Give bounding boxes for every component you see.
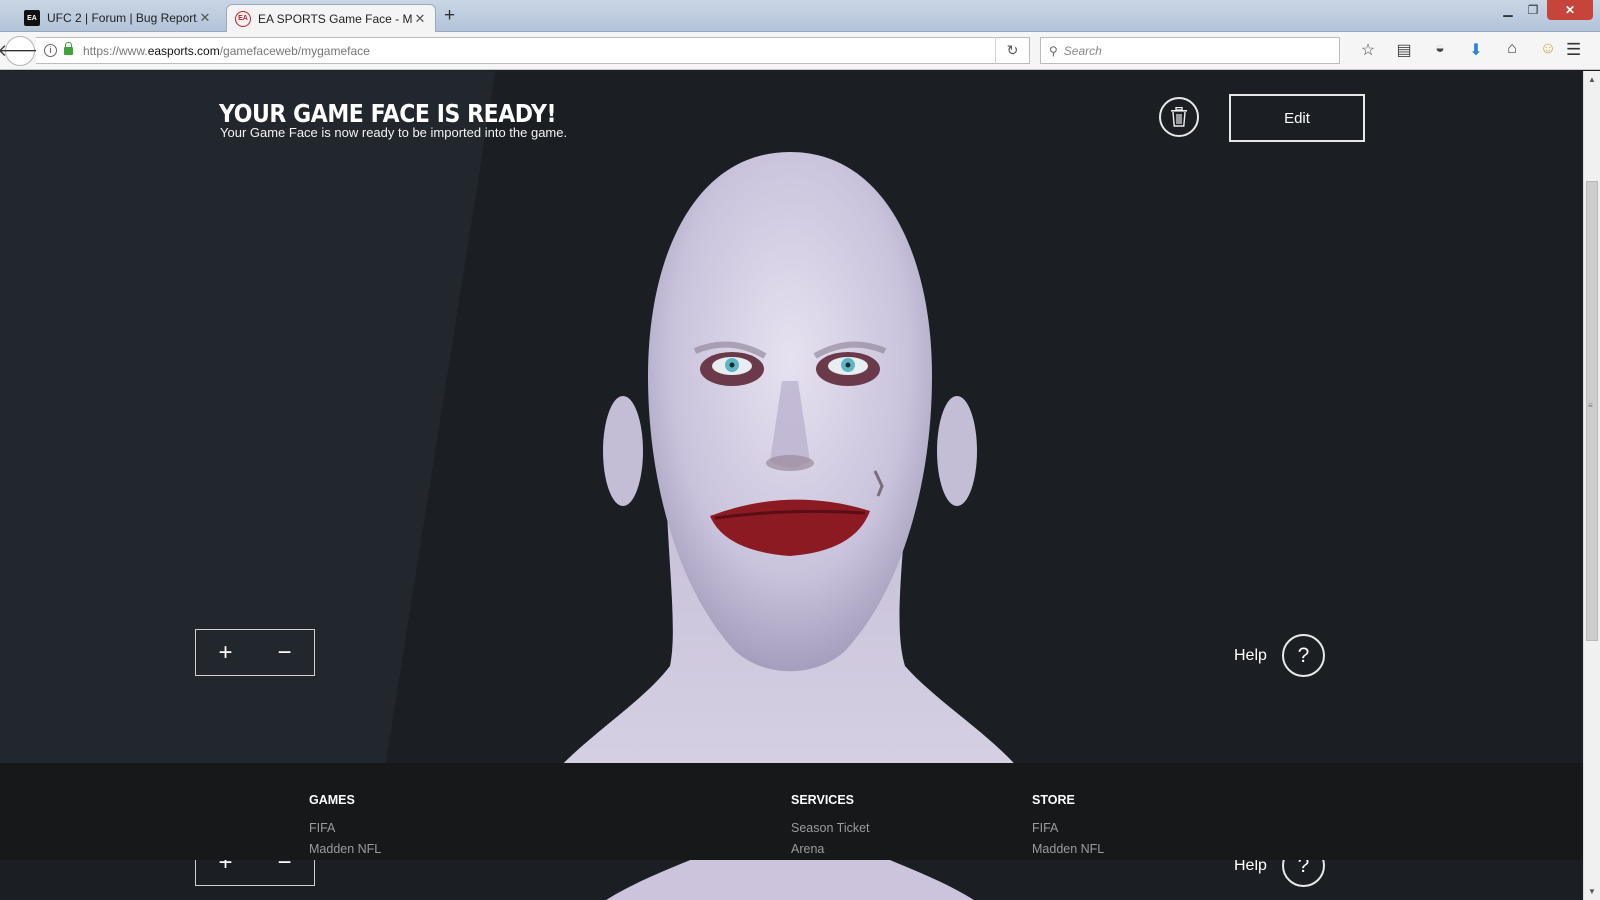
zoom-out-button[interactable]: − [255,630,314,675]
help-control[interactable]: Help ? [1234,634,1325,677]
footer-link-fifa[interactable]: FIFA [309,821,381,835]
pocket-icon[interactable]: ◒ [1422,40,1458,60]
footer-link-store-fifa[interactable]: FIFA [1032,821,1104,835]
footer-heading-games: GAMES [309,793,355,807]
browser-tab-bar: EA UFC 2 | Forum | Bug Report... ✕ EA EA… [0,0,1600,32]
scroll-grip-icon: ≡ [1588,401,1593,410]
lock-icon [64,41,73,55]
tab-title: UFC 2 | Forum | Bug Report... [47,11,198,25]
minimize-window-icon[interactable]: ▁ [1496,0,1520,20]
zoom-controls: + − [195,629,315,676]
footer-services-column: SERVICES Season Ticket Arena [791,793,870,863]
page-title: YOUR GAME FACE IS READY! [219,99,557,128]
footer-link-season-ticket[interactable]: Season Ticket [791,821,870,835]
game-face-3d-view[interactable] [520,146,1060,796]
page-scrollbar[interactable]: ▲ ≡ ▼ [1583,71,1600,900]
help-icon[interactable]: ? [1281,634,1325,677]
page-subtitle: Your Game Face is now ready to be import… [220,125,568,140]
footer-heading-services: SERVICES [791,793,854,807]
site-footer: GAMES FIFA Madden NFL SERVICES Season Ti… [0,763,1583,860]
ea-favicon-icon: EA [235,10,251,27]
close-tab-icon[interactable]: ✕ [413,11,427,27]
url-path: /gamefaceweb/mygameface [219,43,370,58]
browser-nav-bar: 🡐 i https://www.easports.com/gamefaceweb… [0,32,1600,70]
search-placeholder: Search [1063,43,1102,58]
url-host: easports.com [147,43,220,58]
zoom-in-button[interactable]: + [196,630,255,675]
search-icon: ⚲ [1049,43,1058,58]
ea-favicon-icon: EA [24,10,40,26]
address-bar[interactable]: i https://www.easports.com/gamefaceweb/m… [36,37,1030,64]
star-icon[interactable]: ☆ [1350,40,1386,60]
footer-store-column: STORE FIFA Madden NFL [1032,793,1104,863]
footer-link-madden[interactable]: Madden NFL [309,842,381,856]
sync-icon[interactable]: ☺ [1530,40,1566,60]
delete-button[interactable] [1159,97,1199,137]
scroll-up-icon[interactable]: ▲ [1588,75,1596,84]
scrollbar-thumb[interactable] [1586,181,1598,641]
close-window-icon[interactable]: ✕ [1547,0,1593,20]
back-button[interactable]: 🡐 [0,36,43,66]
footer-link-store-madden[interactable]: Madden NFL [1032,842,1104,856]
trash-icon [1171,107,1187,127]
search-input[interactable]: ⚲ Search [1040,37,1340,64]
game-face-page: YOUR GAME FACE IS READY! Your Game Face … [0,71,1583,900]
help-label[interactable]: Help [1234,647,1267,665]
menu-icon[interactable]: ☰ [1566,40,1581,60]
toolbar-icons: ☆ ▤ ◒ ⬇ ⌂ ☺ [1350,40,1566,60]
site-info-icon[interactable]: i [44,44,57,57]
footer-games-column: GAMES FIFA Madden NFL [309,793,381,863]
url-prefix: https://www. [83,43,148,58]
footer-link-arena[interactable]: Arena [791,842,870,856]
close-tab-icon[interactable]: ✕ [198,10,212,26]
scroll-down-icon[interactable]: ▼ [1588,887,1596,896]
tab-title: EA SPORTS Game Face - M... [258,11,413,26]
home-icon[interactable]: ⌂ [1494,40,1530,60]
footer-heading-store: STORE [1032,793,1075,807]
tab-ufc-forum[interactable]: EA UFC 2 | Forum | Bug Report... ✕ [16,4,220,32]
reload-icon[interactable]: ↻ [995,37,1029,64]
url-text[interactable]: https://www.easports.com/gamefaceweb/myg… [83,44,995,58]
new-tab-button[interactable]: + [444,5,455,27]
tab-game-face[interactable]: EA EA SPORTS Game Face - M... ✕ [226,4,436,32]
reading-list-icon[interactable]: ▤ [1386,40,1422,60]
maximize-window-icon[interactable]: ❐ [1521,0,1545,20]
download-icon[interactable]: ⬇ [1458,40,1494,60]
edit-button[interactable]: Edit [1229,94,1365,142]
